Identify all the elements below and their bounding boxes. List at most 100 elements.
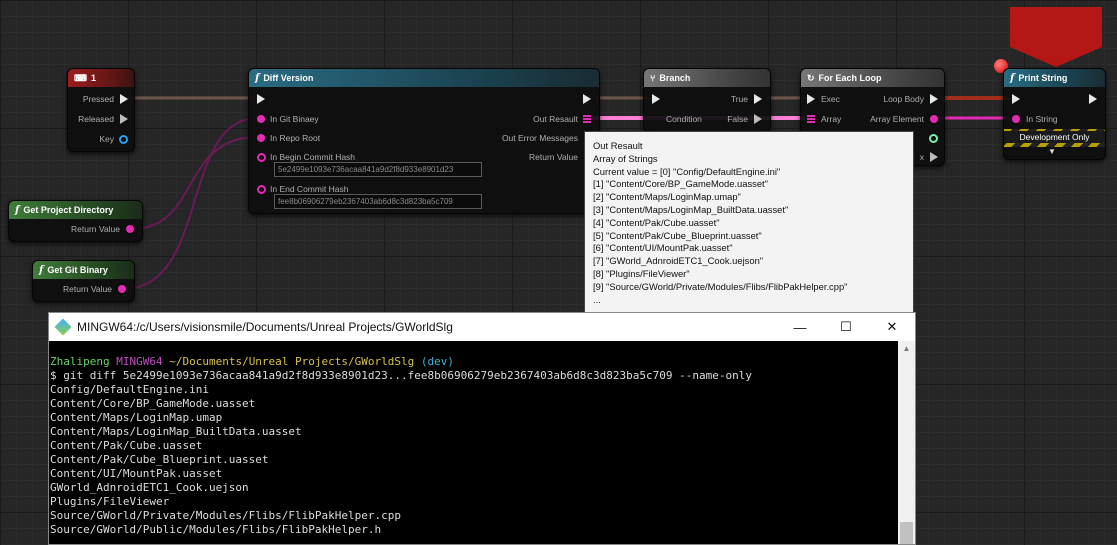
branch-title: Branch [659, 73, 691, 83]
diff-version-header: f Diff Version [249, 69, 599, 87]
pin-out-error-label: Out Error Messages [501, 133, 578, 143]
output-line: Source/GWorld/Public/Modules/Flibs/FlibP… [50, 523, 382, 536]
git-binary-return-label: Return Value [63, 284, 112, 294]
diff-exec-in[interactable] [257, 94, 265, 104]
end-hash-input[interactable]: fee8b06906279eb2367403ab6d8c3d823ba5c709 [274, 194, 482, 209]
output-line: Content/Core/BP_GameMode.uasset [50, 397, 256, 410]
close-button[interactable]: ✕ [869, 319, 915, 335]
key-event-header: ⌨ 1 [68, 69, 134, 87]
pin-begin-hash-dot[interactable] [257, 153, 266, 162]
for-each-exec-label: Exec [821, 94, 840, 104]
for-each-array-label: Array [821, 114, 842, 124]
function-icon: f [1010, 72, 1015, 84]
pin-out-resault-array[interactable] [583, 115, 591, 123]
function-icon: f [39, 264, 44, 276]
completed-suffix: x [919, 152, 924, 162]
scroll-thumb[interactable] [900, 522, 913, 544]
for-each-title: For Each Loop [818, 73, 882, 83]
tooltip-line: [3] "Content/Maps/LoginMap_BuiltData.uas… [593, 203, 789, 215]
terminal-prompt: Zhalipeng MINGW64 ~/Documents/Unreal Pro… [50, 355, 898, 369]
terminal-titlebar[interactable]: MINGW64:/c/Users/visionsmile/Documents/U… [49, 313, 915, 341]
diff-version-node[interactable]: f Diff Version In Git Binaey In Repo Roo… [248, 68, 600, 214]
pin-released-exec[interactable] [120, 114, 128, 124]
for-each-header: ↻ For Each Loop [801, 69, 944, 87]
begin-hash-input[interactable]: 5e2499e1093e736acaa841a9d2f8d933e8901d23 [274, 162, 482, 177]
branch-node[interactable]: ⑂ Branch Condition True False [643, 68, 771, 132]
tooltip-line: [5] "Content/Pak/Cube_Blueprint.uasset" [593, 229, 762, 241]
keyboard-icon: ⌨ [74, 72, 87, 83]
loop-icon: ↻ [807, 72, 815, 83]
string-wire-gitbin [122, 117, 259, 290]
terminal-output[interactable]: Zhalipeng MINGW64 ~/Documents/Unreal Pro… [49, 341, 898, 544]
branch-false-label: False [727, 114, 748, 124]
get-git-binary-node[interactable]: f Get Git Binary Return Value [32, 260, 135, 302]
get-project-dir-title: Get Project Directory [23, 205, 114, 215]
pin-key-label: Key [99, 134, 114, 144]
terminal-title: MINGW64:/c/Users/visionsmile/Documents/U… [77, 320, 453, 334]
prompt-branch: (dev) [420, 355, 455, 368]
output-line: GWorld_AdnroidETC1_Cook.uejson [50, 481, 249, 494]
for-each-array-pin[interactable] [807, 115, 815, 123]
output-line: Content/Pak/Cube_Blueprint.uasset [50, 453, 269, 466]
completed-exec[interactable] [930, 152, 938, 162]
get-git-binary-title: Get Git Binary [47, 265, 108, 275]
tooltip-line: Out Resault [593, 140, 643, 151]
tooltip-line: [2] "Content/Maps/LoginMap.umap" [593, 191, 741, 203]
pin-out-resault-label: Out Resault [533, 114, 578, 124]
print-exec-in[interactable] [1012, 94, 1020, 104]
string-wire-projdir [131, 136, 259, 230]
branch-exec-in[interactable] [652, 94, 660, 104]
maximize-button[interactable]: ☐ [823, 319, 869, 335]
output-line: Content/Maps/LoginMap.umap [50, 411, 223, 424]
scroll-up-arrow-icon[interactable]: ▲ [898, 344, 915, 353]
output-line: Plugins/FileViewer [50, 495, 170, 508]
pin-git-binaey-dot[interactable] [257, 115, 265, 123]
tooltip-line: [6] "Content/UI/MountPak.uasset" [593, 242, 733, 254]
for-each-exec-in[interactable] [807, 94, 815, 104]
pin-end-hash-dot[interactable] [257, 185, 266, 194]
prompt-user: Zhalipeng [50, 355, 110, 368]
project-dir-return-label: Return Value [71, 224, 120, 234]
pin-repo-root-dot[interactable] [257, 134, 265, 142]
pin-pressed-label: Pressed [82, 94, 114, 104]
branch-condition-label: Condition [666, 114, 702, 124]
mingw-logo-icon [54, 318, 72, 336]
breakpoint-arrow [1010, 47, 1102, 67]
loop-body-label: Loop Body [883, 94, 924, 104]
minimize-button[interactable]: — [777, 320, 823, 335]
mingw-terminal-window[interactable]: MINGW64:/c/Users/visionsmile/Documents/U… [48, 312, 916, 545]
expand-arrow-icon[interactable]: ▼ [1048, 147, 1056, 156]
get-project-dir-header: f Get Project Directory [9, 201, 142, 219]
tooltip-line: [7] "GWorld_AdnroidETC1_Cook.uejson" [593, 255, 764, 267]
tooltip-line: Current value = [0] "Config/DefaultEngin… [593, 165, 781, 177]
print-string-node[interactable]: f Print String In String Development Onl… [1003, 68, 1106, 160]
terminal-scrollbar[interactable]: ▲ [898, 341, 915, 544]
pin-value-tooltip: Out Resault Array of Strings Current val… [584, 131, 914, 320]
project-dir-return-dot[interactable] [126, 225, 134, 233]
get-git-binary-header: f Get Git Binary [33, 261, 134, 279]
tooltip-line: [8] "Plugins/FileViewer" [593, 267, 690, 279]
pin-pressed-exec[interactable] [120, 94, 128, 104]
branch-true-exec[interactable] [754, 94, 762, 104]
output-line: Content/Maps/LoginMap_BuiltData.uasset [50, 425, 302, 438]
function-icon: f [255, 72, 260, 84]
output-line: Config/DefaultEngine.ini [50, 383, 209, 396]
loop-body-exec[interactable] [930, 94, 938, 104]
array-element-dot[interactable] [930, 115, 938, 123]
terminal-command: $ git diff 5e2499e1093e736acaa841a9d2f8d… [50, 369, 752, 382]
pin-key-dot[interactable] [119, 135, 128, 144]
diff-exec-out[interactable] [583, 94, 591, 104]
array-index-dot[interactable] [929, 134, 938, 143]
tooltip-line: [4] "Content/Pak/Cube.uasset" [593, 216, 720, 228]
tooltip-line: Array of Strings [593, 152, 658, 164]
array-element-label: Array Element [870, 114, 924, 124]
get-project-directory-node[interactable]: f Get Project Directory Return Value [8, 200, 143, 242]
diff-version-title: Diff Version [263, 73, 314, 83]
branch-false-exec[interactable] [754, 114, 762, 124]
key-event-node[interactable]: ⌨ 1 Pressed Released Key [67, 68, 135, 152]
print-in-string-dot[interactable] [1012, 115, 1020, 123]
pin-repo-root-label: In Repo Root [270, 133, 321, 143]
branch-true-label: True [730, 94, 748, 104]
git-binary-return-dot[interactable] [118, 285, 126, 293]
print-exec-out[interactable] [1089, 94, 1097, 104]
